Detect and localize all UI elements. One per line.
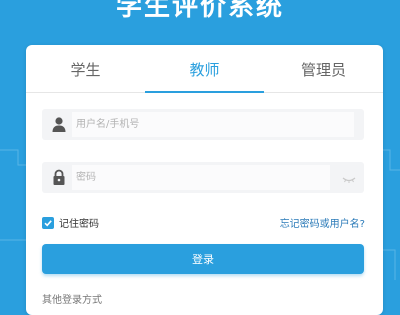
forgot-password-link[interactable]: 忘记密码或用户名? [280, 215, 365, 230]
role-tabs: 学生 教师 管理员 [26, 45, 383, 93]
eye-closed-icon[interactable] [342, 171, 356, 183]
login-card: 学生 教师 管理员 用户名/手机号 记住密码 忘记密码或用户名? 登录 其他登录… [26, 45, 383, 315]
remember-label: 记住密码 [59, 219, 99, 230]
login-button[interactable]: 登录 [42, 244, 364, 274]
username-field [42, 109, 364, 140]
remember-checkbox[interactable] [42, 216, 54, 229]
password-input[interactable] [72, 165, 330, 190]
page-title: 学生评价系统 [115, 0, 284, 22]
lock-icon [51, 169, 67, 186]
user-icon [51, 116, 67, 133]
tab-admin[interactable]: 管理员 [264, 45, 383, 92]
tab-student[interactable]: 学生 [26, 45, 145, 92]
username-input[interactable] [72, 112, 354, 137]
remember-me: 记住密码 [42, 215, 99, 230]
tab-teacher[interactable]: 教师 [145, 45, 264, 93]
password-field [42, 162, 364, 193]
